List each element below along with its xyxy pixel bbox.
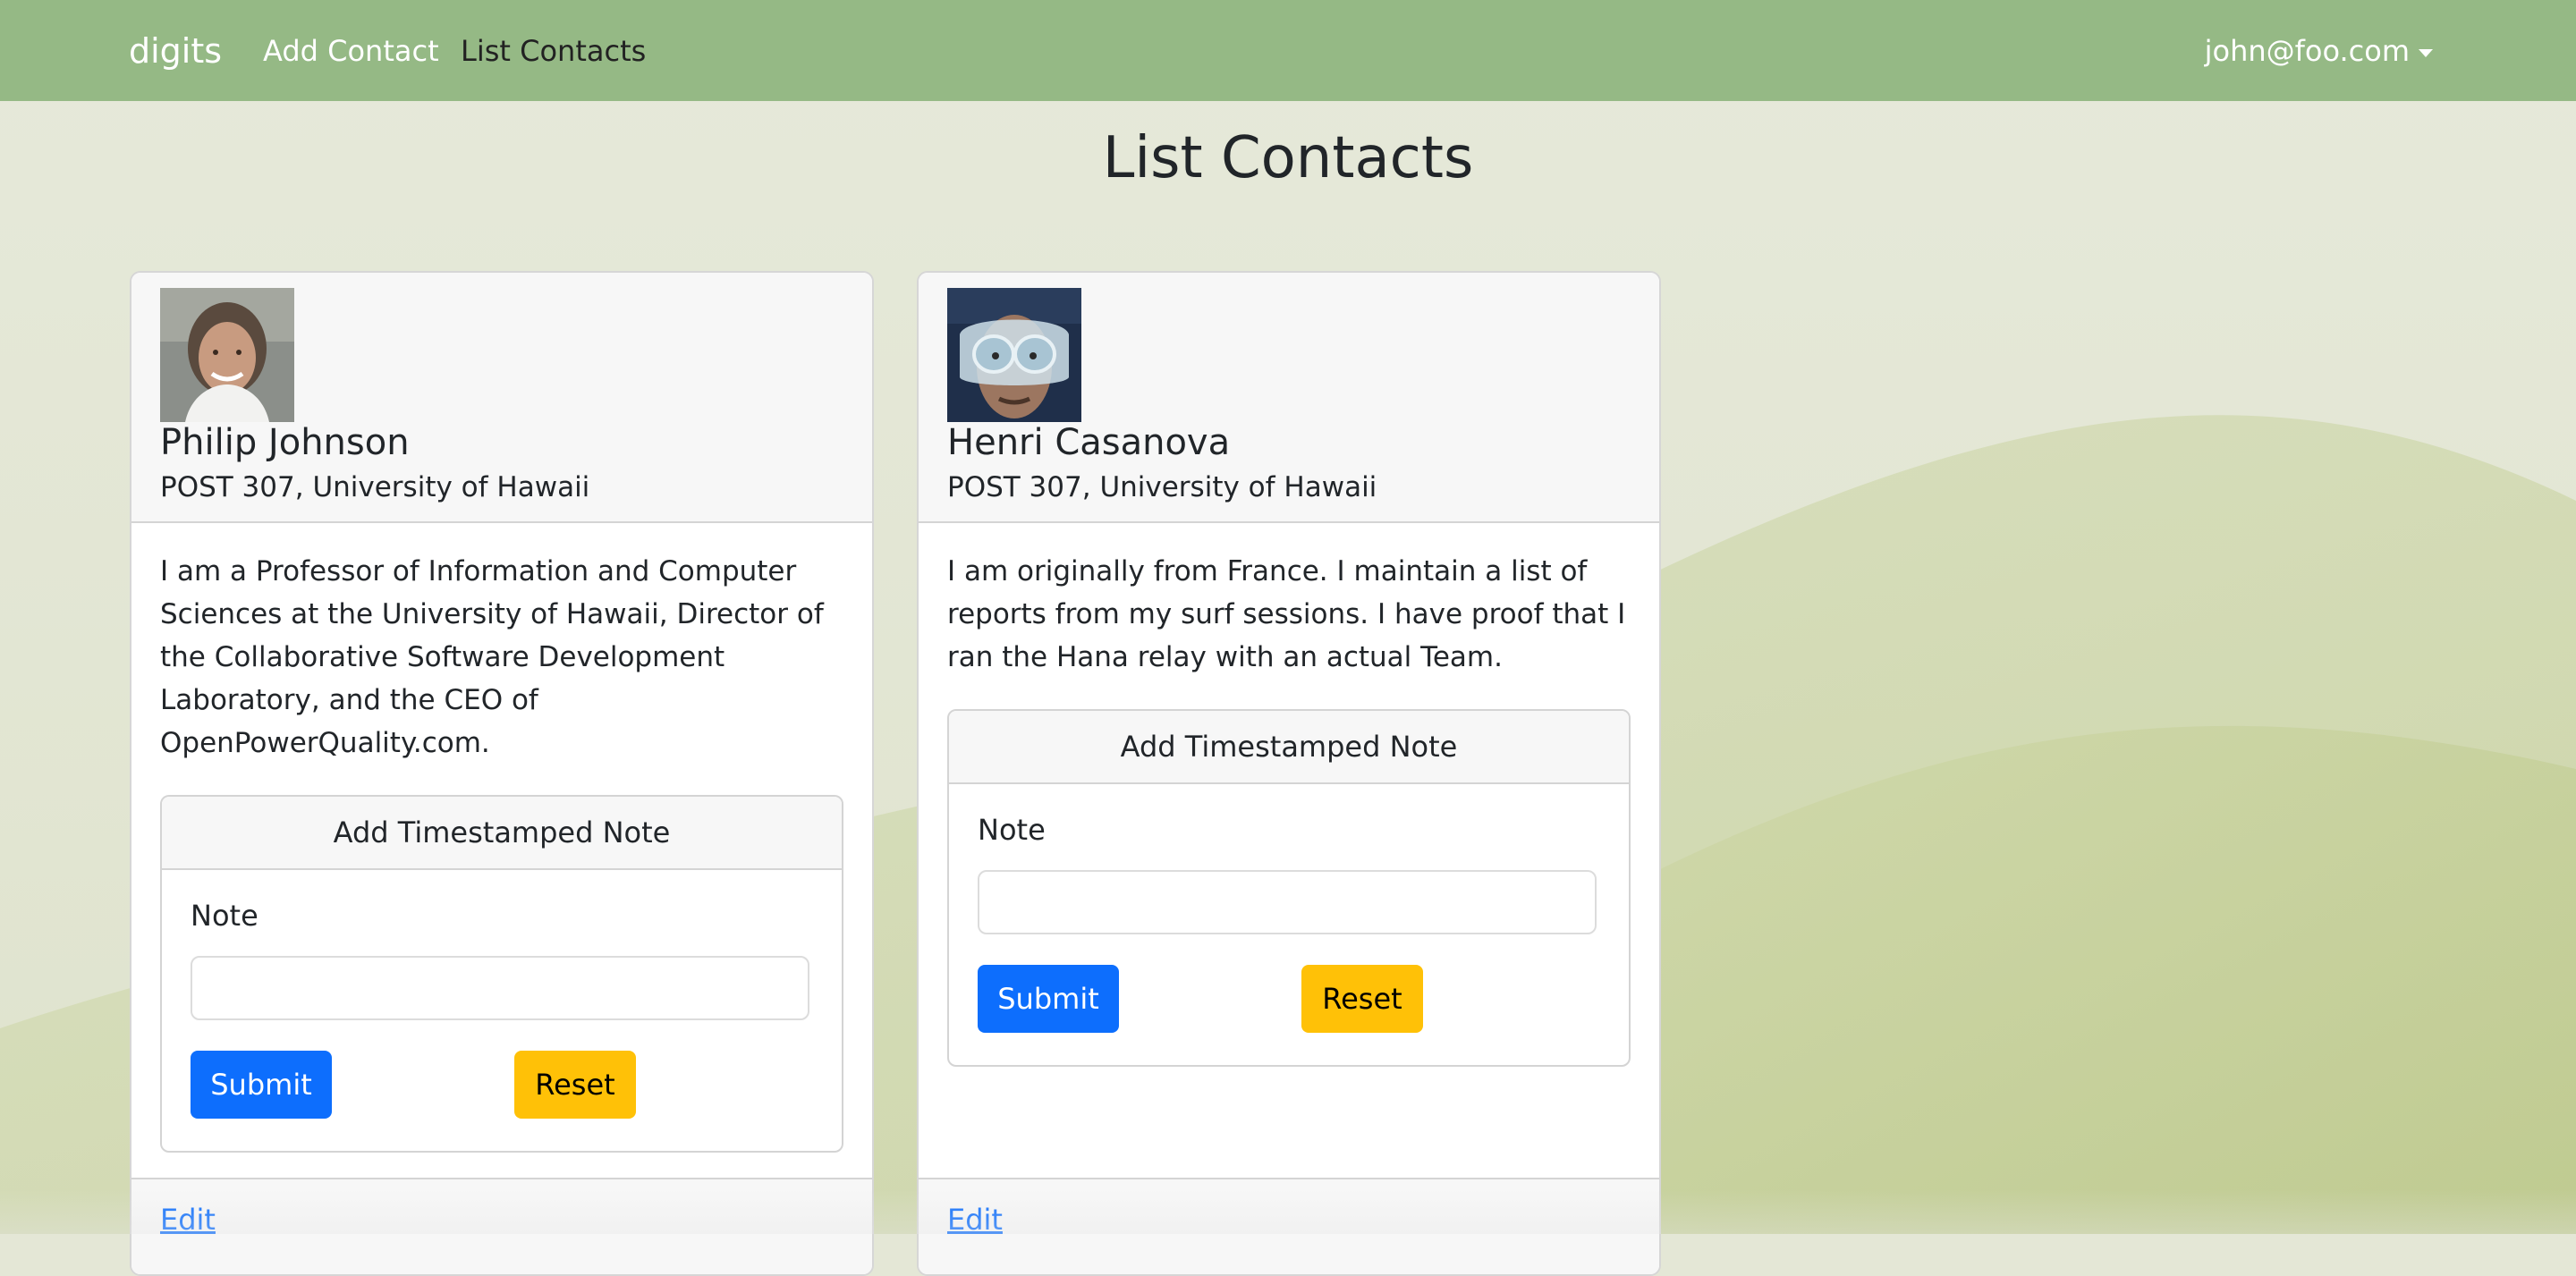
caret-down-icon bbox=[2419, 48, 2433, 57]
description-line: the Collaborative Software Development bbox=[160, 641, 725, 673]
contact-address: POST 307, University of Hawaii bbox=[160, 471, 590, 503]
card-footer: Edit bbox=[131, 1178, 872, 1274]
note-input[interactable] bbox=[978, 870, 1597, 934]
avatar bbox=[947, 288, 1081, 422]
reset-button[interactable]: Reset bbox=[514, 1051, 636, 1119]
contact-address: POST 307, University of Hawaii bbox=[947, 471, 1377, 503]
edit-link[interactable]: Edit bbox=[947, 1203, 1003, 1237]
description-line: Sciences at the University of Hawaii, Di… bbox=[160, 598, 824, 630]
avatar bbox=[160, 288, 294, 422]
card-header: Philip Johnson POST 307, University of H… bbox=[131, 273, 872, 523]
brand-logo[interactable]: digits bbox=[129, 31, 222, 71]
user-dropdown[interactable]: john@foo.com bbox=[2205, 34, 2433, 68]
contact-description: I am originally from France. I maintain … bbox=[947, 550, 1636, 679]
timestamped-note-form: Add Timestamped Note Note Submit Reset bbox=[947, 709, 1631, 1067]
description-line: I am a Professor of Information and Comp… bbox=[160, 555, 797, 587]
contact-name: Henri Casanova bbox=[947, 422, 1231, 463]
note-label: Note bbox=[191, 899, 258, 933]
note-input[interactable] bbox=[191, 956, 809, 1020]
contact-name: Philip Johnson bbox=[160, 422, 410, 463]
contact-card: Philip Johnson POST 307, University of H… bbox=[130, 271, 874, 1276]
card-header: Henri Casanova POST 307, University of H… bbox=[919, 273, 1659, 523]
description-line: Laboratory, and the CEO of bbox=[160, 684, 538, 716]
card-footer: Edit bbox=[919, 1178, 1659, 1274]
contact-card: Henri Casanova POST 307, University of H… bbox=[917, 271, 1661, 1276]
note-form-header: Add Timestamped Note bbox=[949, 711, 1629, 784]
description-line: OpenPowerQuality.com. bbox=[160, 727, 490, 759]
description-line: I am originally from France. I maintain … bbox=[947, 555, 1588, 587]
submit-button[interactable]: Submit bbox=[978, 965, 1119, 1033]
user-email: john@foo.com bbox=[2204, 34, 2410, 68]
description-line: reports from my surf sessions. I have pr… bbox=[947, 598, 1626, 630]
navbar: digits Add Contact List Contacts john@fo… bbox=[0, 0, 2576, 101]
nav-list-contacts[interactable]: List Contacts bbox=[461, 34, 646, 68]
reset-button[interactable]: Reset bbox=[1301, 965, 1423, 1033]
description-line: ran the Hana relay with an actual Team. bbox=[947, 641, 1503, 673]
submit-button[interactable]: Submit bbox=[191, 1051, 332, 1119]
note-form-header: Add Timestamped Note bbox=[162, 797, 842, 870]
timestamped-note-form: Add Timestamped Note Note Submit Reset bbox=[160, 795, 843, 1153]
contact-description: I am a Professor of Information and Comp… bbox=[160, 550, 849, 765]
nav-add-contact[interactable]: Add Contact bbox=[263, 34, 439, 68]
note-label: Note bbox=[978, 813, 1046, 847]
edit-link[interactable]: Edit bbox=[160, 1203, 216, 1237]
page-title: List Contacts bbox=[1102, 125, 1474, 191]
